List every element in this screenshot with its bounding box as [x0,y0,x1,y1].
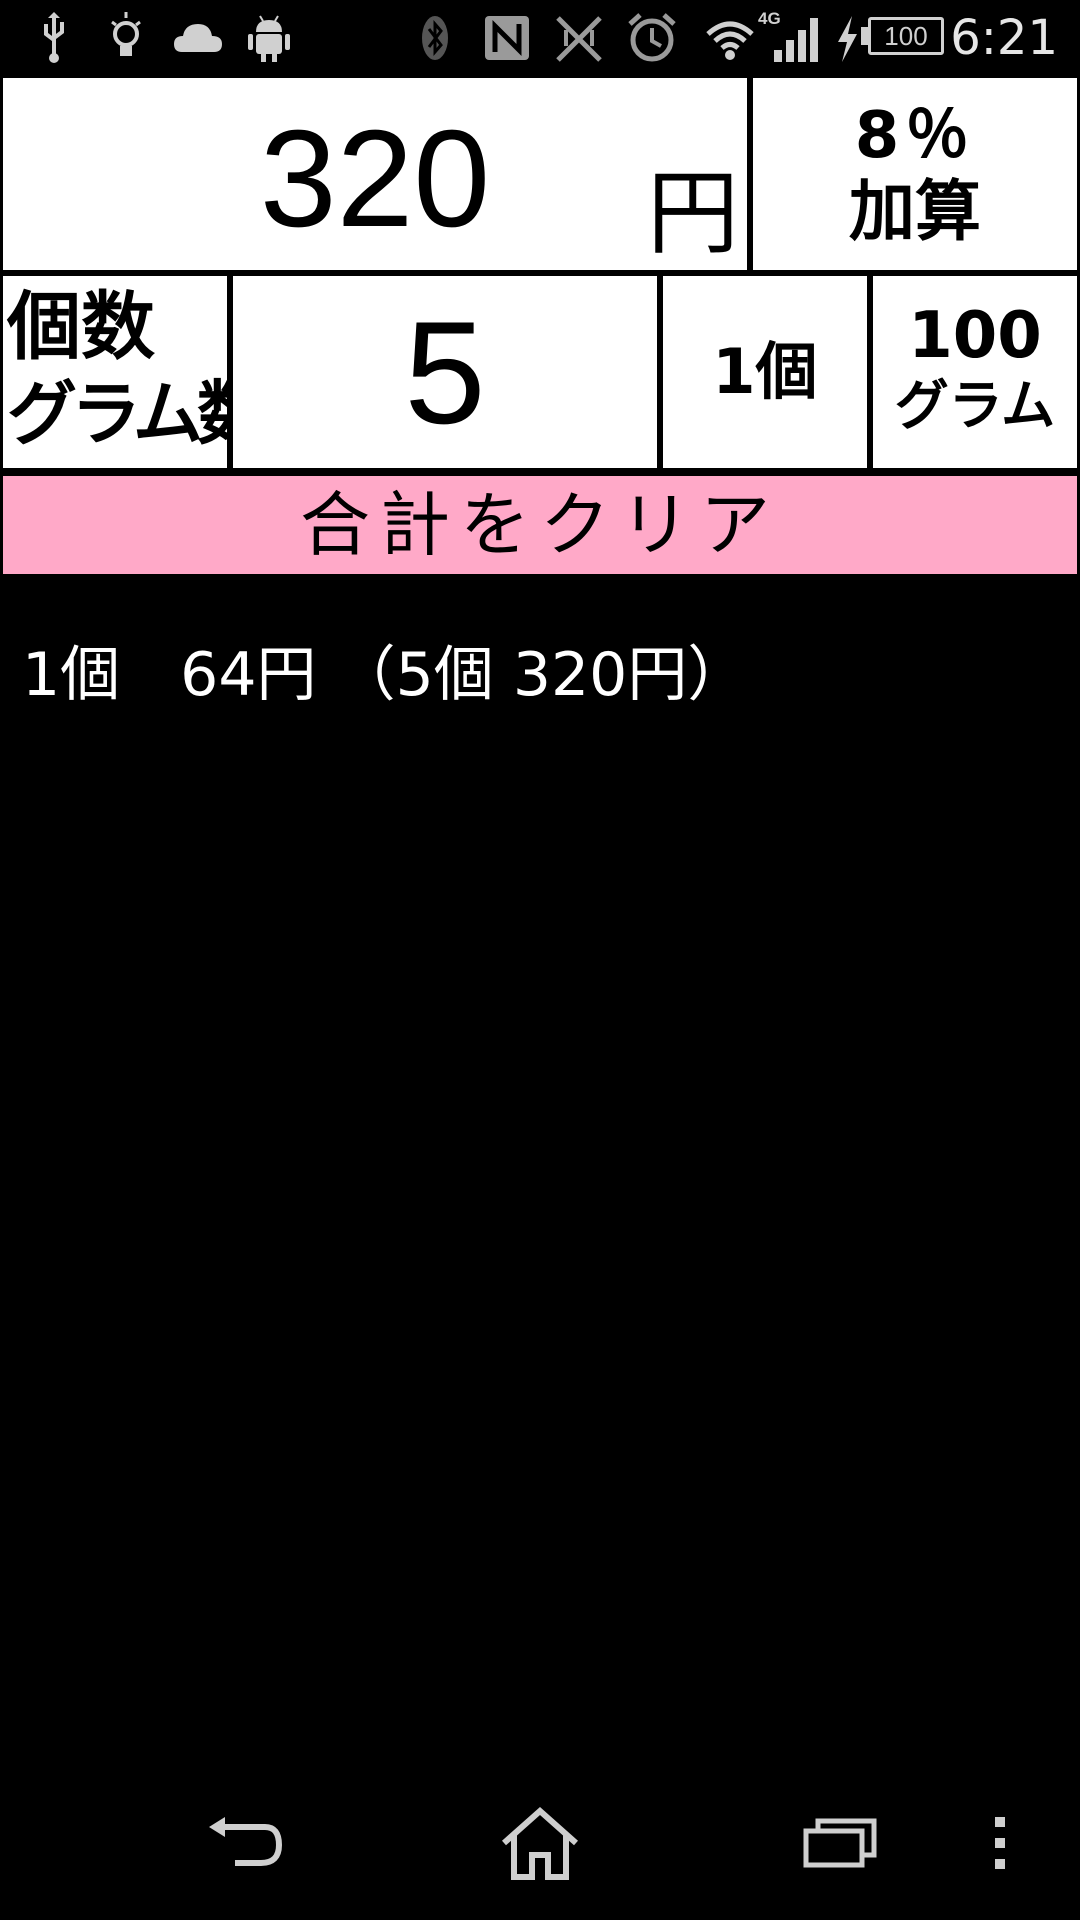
per-one-unit-button[interactable]: 1個 [663,276,867,468]
nfc-icon [482,10,532,66]
bluetooth-icon [418,10,452,66]
per-100-gram-button[interactable]: 100 グラム [873,276,1077,468]
mute-icon [552,10,606,66]
overflow-menu-button[interactable] [960,1790,1040,1900]
wifi-icon [704,10,756,66]
tax-rate-label: 8％ [854,99,976,173]
total-display: 320 円 [3,78,747,270]
android-icon [246,10,292,66]
status-time: 6:21 [950,10,1058,66]
app-screen: 4G 100 6:21 320 円 8％ 加算 個数 グラム数 5 1個 100… [0,0,1080,1920]
quantity-input[interactable]: 5 [233,276,657,468]
clear-total-button[interactable]: 合計をクリア [3,476,1077,574]
recent-apps-button[interactable] [780,1790,900,1900]
alarm-icon [626,10,678,66]
navigation-bar [0,1770,1080,1920]
back-button[interactable] [185,1790,305,1900]
tax-add-button[interactable]: 8％ 加算 [753,78,1077,270]
status-bar: 4G 100 6:21 [0,0,1080,75]
quantity-label: 個数 グラム数 [3,276,267,468]
charging-icon [834,10,860,66]
home-button[interactable] [480,1790,600,1900]
total-value: 320 [259,102,491,256]
usb-icon [36,10,72,66]
overflow-menu-icon [990,1813,1010,1877]
total-unit: 円 [646,160,739,267]
recent-apps-icon [802,1815,878,1875]
per-one-unit-label: 1個 [712,335,818,408]
battery-icon: 100 [868,17,944,55]
gram-amount-label: 100 [908,299,1042,373]
unit-price-result: 1個 64円 （5個 320円） [22,640,748,710]
signal-icon [772,10,820,66]
quantity-value: 5 [404,291,486,454]
cloud-icon [172,10,224,66]
lightbulb-icon [108,10,144,66]
back-icon [205,1813,285,1877]
quantity-label-grams: グラム数 [7,373,267,455]
tax-add-label: 加算 [849,173,981,250]
gram-unit-label: グラム [894,374,1056,437]
quantity-label-count: 個数 [7,284,155,370]
home-icon [498,1805,582,1885]
